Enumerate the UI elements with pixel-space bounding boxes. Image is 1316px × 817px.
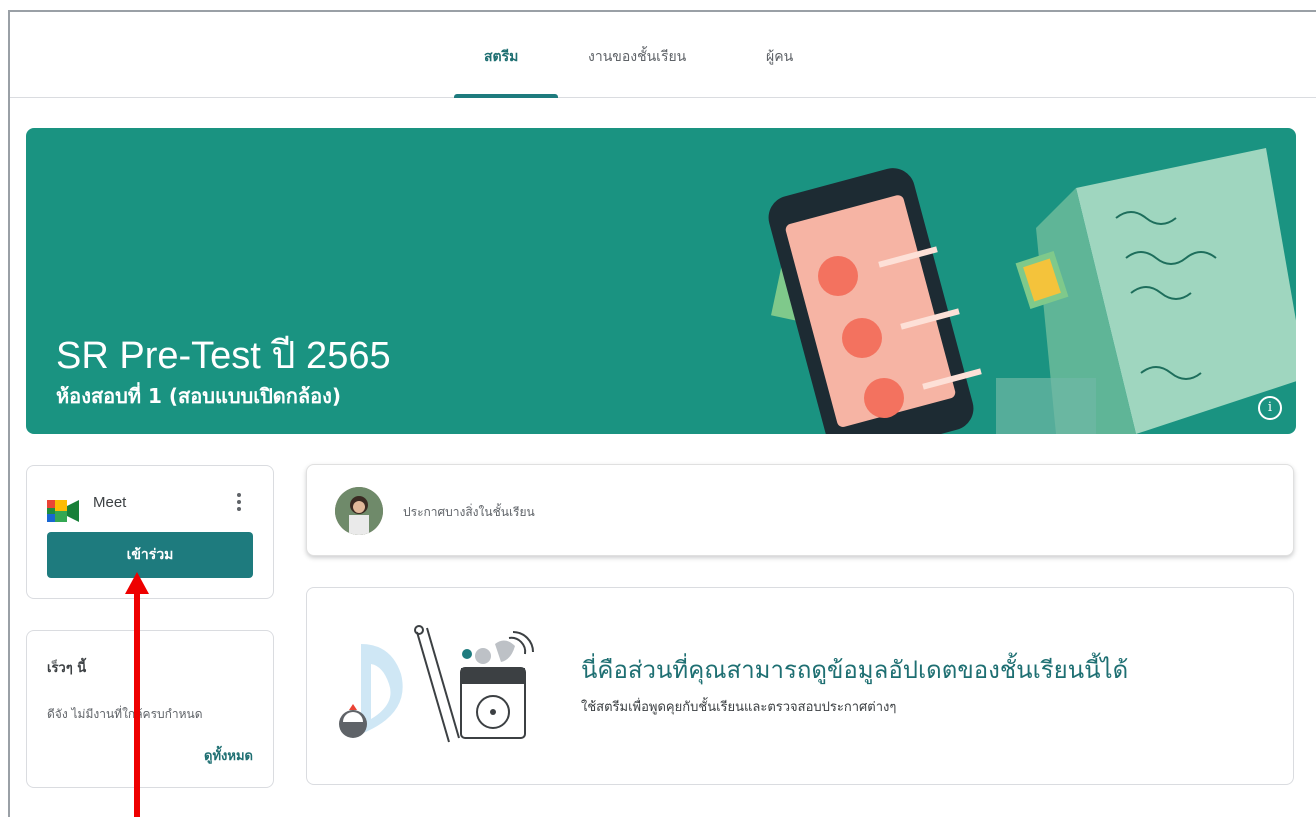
join-meet-button[interactable]: เข้าร่วม [47, 532, 253, 578]
announce-placeholder: ประกาศบางสิ่งในชั้นเรียน [403, 505, 535, 519]
tab-people[interactable]: ผู้คน [766, 46, 793, 68]
google-meet-icon [47, 500, 79, 522]
banner-illustration [768, 148, 1296, 434]
class-title: SR Pre-Test ปี 2565 [56, 335, 391, 377]
meet-label: Meet [93, 494, 127, 511]
info-title: นี่คือส่วนที่คุณสามารถดูข้อมูลอัปเดตของช… [581, 656, 1129, 684]
stream-info-card: นี่คือส่วนที่คุณสามารถดูข้อมูลอัปเดตของช… [306, 587, 1294, 785]
class-banner: SR Pre-Test ปี 2565 ห้องสอบที่ 1 (สอบแบบ… [26, 128, 1296, 434]
more-vert-icon[interactable] [235, 490, 243, 516]
stream-illustration [339, 625, 534, 743]
info-icon[interactable]: i [1258, 396, 1282, 420]
announce-box[interactable]: ประกาศบางสิ่งในชั้นเรียน [306, 464, 1294, 556]
class-section: ห้องสอบที่ 1 (สอบแบบเปิดกล้อง) [56, 384, 342, 408]
annotation-arrow [125, 572, 149, 817]
active-tab-indicator [454, 94, 558, 98]
view-all-link[interactable]: ดูทั้งหมด [204, 745, 253, 766]
upcoming-title: เร็วๆ นี้ [47, 661, 87, 676]
top-navigation: สตรีม งานของชั้นเรียน ผู้คน [10, 12, 1316, 98]
info-subtitle: ใช้สตรีมเพื่อพูดคุยกับชั้นเรียนและตรวจสอ… [581, 700, 897, 715]
meet-card: Meet เข้าร่วม [26, 465, 274, 599]
classroom-window: สตรีม งานของชั้นเรียน ผู้คน SR Pre-Test [8, 10, 1316, 817]
upcoming-card: เร็วๆ นี้ ดีจัง ไม่มีงานที่ใกล้ครบกำหนด … [26, 630, 274, 788]
avatar [335, 487, 383, 535]
tab-stream[interactable]: สตรีม [484, 46, 518, 68]
tab-classwork[interactable]: งานของชั้นเรียน [588, 46, 686, 68]
